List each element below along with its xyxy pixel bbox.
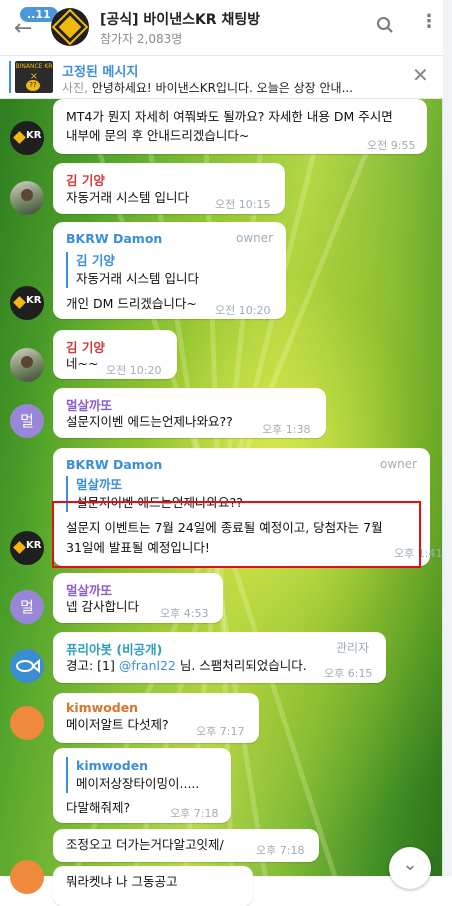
chat-title[interactable]: [공식] 바이낸스KR 채팅방 (100, 9, 260, 29)
message-bubble[interactable]: 김 기양 네~~ 오전 10:20 (53, 330, 177, 379)
message-time: 오전 9:55 (367, 139, 416, 152)
sender-name[interactable]: BKRW Damon (66, 231, 162, 246)
avatar[interactable]: 멀 (10, 590, 44, 624)
message-text: 네~~ (66, 356, 99, 371)
message-bubble[interactable]: 뭐라켓냐 나 그동공고 (53, 866, 253, 906)
avatar[interactable]: KR (10, 286, 44, 320)
message-bubble[interactable]: BKRW Damon owner 김 기양 자동거래 시스템 입니다 개인 DM… (53, 222, 286, 319)
message-bubble[interactable]: 퓨리아봇 (비공개) 관리자 경고: [1] @franl22 님. 스팸처리되… (53, 632, 386, 683)
thumbnail-coin: ?? (26, 80, 40, 91)
message-bubble[interactable]: 김 기양 자동거래 시스템 입니다 오전 10:15 (53, 163, 285, 214)
pinned-message-bar[interactable]: BINANCE KR × ?? 고정된 메시지 사진, 안녕하세요! 바이낸스K… (0, 56, 443, 99)
annotation-highlight-box (52, 501, 421, 568)
message-bubble[interactable]: 조정오고 더가는거다알고잇제/ 오후 7:18 (53, 829, 319, 862)
pinned-title: 고정된 메시지 (62, 65, 139, 80)
message-time: 오후 4:53 (160, 607, 209, 620)
message-bubble[interactable]: 멀살까또 설문지이벤 에드는언제나와요?? 오후 1:38 (53, 388, 326, 438)
message-text: 자동거래 시스템 입니다 (66, 190, 189, 205)
message-text: 내부에 문의 후 안내드리겠습니다~ (66, 128, 250, 143)
avatar[interactable]: 멀 (10, 404, 44, 438)
group-avatar[interactable] (51, 8, 89, 46)
message-bubble[interactable]: 멀살까또 넵 감사합니다 오후 4:53 (53, 573, 223, 623)
avatar[interactable] (10, 860, 44, 894)
binance-logo-icon (51, 8, 89, 46)
avatar[interactable] (10, 649, 44, 683)
message-text: 다말해줘제? (66, 800, 131, 815)
avatar[interactable]: KR (10, 121, 44, 155)
message-text: 메이저알트 다섯제? (66, 717, 169, 732)
message-text: 조정오고 더가는거다알고잇제/ (66, 837, 224, 852)
message-text: 뭐라켓냐 나 그동공고 (66, 874, 178, 889)
message-time: 오후 7:18 (256, 844, 305, 857)
message-time: 오후 1:38 (262, 423, 311, 436)
side-panel-edge (442, 0, 452, 876)
fish-icon (16, 658, 40, 674)
message-time: 오후 7:17 (196, 725, 245, 738)
message-time: 오전 10:15 (215, 198, 271, 211)
message-time: 오전 10:20 (215, 304, 271, 317)
sender-name[interactable]: BKRW Damon (66, 457, 162, 472)
message-time: 오후 6:15 (324, 667, 373, 680)
message-bubble[interactable]: MT4가 뭔지 자세히 여쭤봐도 될까요? 자세한 내용 DM 주시면 내부에 … (53, 99, 427, 154)
role-label: owner (236, 231, 274, 245)
message-time: 오후 7:18 (170, 807, 219, 820)
participant-count: 참가자 2,083명 (100, 32, 183, 46)
reply-text: 메이저상장타이밍이..... (76, 776, 200, 791)
reply-name: 김 기양 (76, 253, 115, 268)
message-text: 개인 DM 드리겠습니다~ (66, 296, 197, 311)
role-label: 관리자 (336, 641, 370, 655)
chat-header: ← ..11 [공식] 바이낸스KR 채팅방 참가자 2,083명 ⋮ (0, 0, 443, 56)
pinned-preview: 사진, 안녕하세요! 바이낸스KR입니다. 오늘은 상장 안내... (62, 79, 384, 96)
message-text: 경고: [1] @franl22 님. 스팸처리되었습니다. (66, 658, 307, 673)
message-bubble[interactable]: kimwoden 메이저알트 다섯제? 오후 7:17 (53, 693, 259, 743)
avatar[interactable]: KR (10, 531, 44, 565)
message-text: 설문지이벤 에드는언제나와요?? (66, 414, 233, 429)
avatar[interactable] (10, 706, 44, 740)
role-label: owner (380, 457, 418, 471)
message-bubble[interactable]: kimwoden 메이저상장타이밍이..... 다말해줘제? 오후 7:18 (53, 748, 231, 823)
reply-name: kimwoden (76, 758, 149, 773)
message-text: MT4가 뭔지 자세히 여쭤봐도 될까요? 자세한 내용 DM 주시면 (66, 109, 393, 124)
pinned-accent-bar (9, 61, 11, 93)
chevron-down-icon[interactable]: ⌄ (389, 847, 431, 889)
mention-link[interactable]: @franl22 (119, 658, 176, 673)
avatar[interactable] (10, 348, 44, 382)
reply-quote[interactable]: kimwoden 메이저상장타이밍이..... (66, 757, 199, 793)
search-icon[interactable] (376, 16, 394, 34)
thumbnail-brand: BINANCE KR (15, 63, 53, 70)
sender-name[interactable]: 김 기양 (66, 170, 105, 189)
avatar[interactable] (10, 181, 44, 215)
pinned-text: 안녕하세요! 바이낸스KR입니다. 오늘은 상장 안내... (91, 81, 354, 95)
message-time: 오전 10:20 (106, 364, 162, 377)
pinned-prefix: 사진, (62, 81, 88, 95)
reply-text: 자동거래 시스템 입니다 (76, 271, 199, 286)
reply-name: 멀살까또 (76, 477, 123, 492)
more-vertical-icon[interactable]: ⋮ (420, 13, 438, 31)
message-text: 넵 감사합니다 (66, 599, 139, 614)
sender-name[interactable]: kimwoden (66, 700, 138, 715)
pinned-thumbnail: BINANCE KR × ?? (15, 61, 53, 93)
close-icon[interactable]: ✕ (412, 65, 429, 85)
reply-quote[interactable]: 김 기양 자동거래 시스템 입니다 (66, 252, 199, 288)
